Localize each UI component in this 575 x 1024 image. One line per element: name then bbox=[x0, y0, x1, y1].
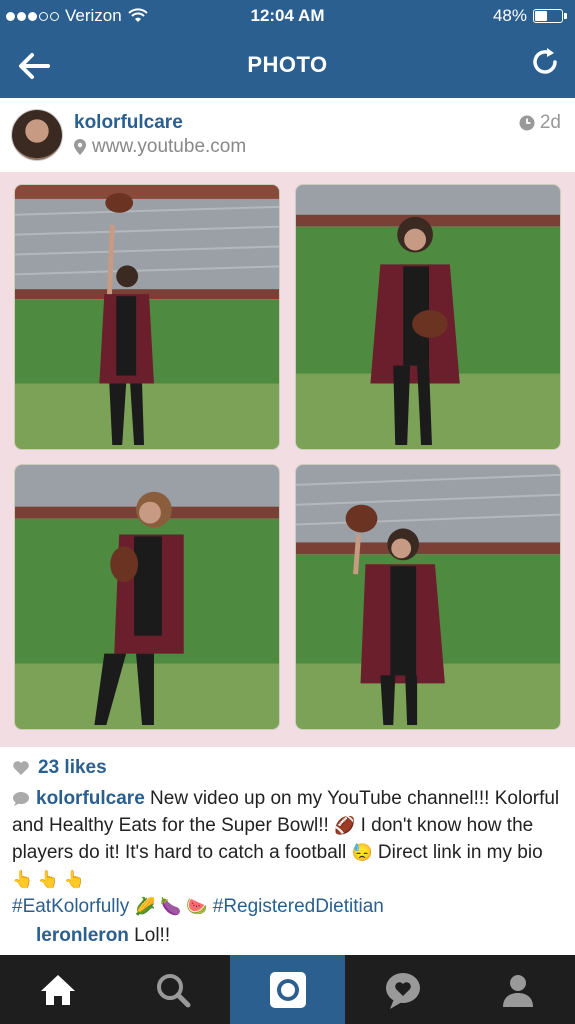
tab-search[interactable] bbox=[115, 955, 230, 1024]
refresh-icon[interactable] bbox=[529, 46, 561, 78]
home-icon bbox=[40, 974, 75, 1005]
caption-text-3: Direct link in my bio bbox=[372, 842, 543, 863]
post-meta: 23 likes kolorfulcare New video up on my… bbox=[0, 747, 575, 955]
nav-bar: PHOTO bbox=[0, 32, 575, 98]
activity-icon bbox=[385, 972, 420, 1009]
battery-info: 48% bbox=[492, 6, 567, 26]
post-location[interactable]: www.youtube.com bbox=[74, 136, 246, 158]
comment-row: leronleron Lol!! bbox=[36, 925, 170, 947]
post-username[interactable]: kolorfulcare bbox=[74, 112, 183, 134]
collage-photo-4 bbox=[295, 464, 561, 730]
camera-icon bbox=[269, 971, 306, 1008]
hashtag-registereddietitian[interactable]: #RegisteredDietitian bbox=[213, 896, 384, 917]
search-icon bbox=[156, 973, 190, 1007]
status-time: 12:04 AM bbox=[250, 6, 325, 25]
pointing-hands-emoji: 👆 👆 👆 bbox=[12, 870, 85, 889]
collage-photo-1 bbox=[14, 184, 280, 450]
collage-photo-2 bbox=[295, 184, 561, 450]
age-text: 2d bbox=[539, 112, 561, 133]
likes-count: 23 likes bbox=[38, 757, 107, 778]
sweat-emoji: 😓 bbox=[351, 843, 373, 862]
location-text: www.youtube.com bbox=[92, 136, 247, 157]
location-pin-icon bbox=[74, 139, 86, 155]
comment-username[interactable]: leronleron bbox=[36, 925, 129, 946]
tab-activity[interactable] bbox=[345, 955, 460, 1024]
tab-home[interactable] bbox=[0, 955, 115, 1024]
post-photo[interactable] bbox=[0, 172, 575, 747]
comment-bubble-icon bbox=[13, 791, 29, 806]
post-header: kolorfulcare www.youtube.com 2d bbox=[0, 98, 575, 172]
comment-text: Lol!! bbox=[128, 925, 171, 946]
status-bar: Verizon 12:04 AM 48% bbox=[0, 0, 575, 32]
avatar[interactable] bbox=[12, 110, 62, 160]
battery-percent: 48% bbox=[492, 6, 527, 25]
likes-row[interactable]: 23 likes bbox=[12, 757, 107, 779]
clock-icon bbox=[519, 115, 535, 131]
tab-profile[interactable] bbox=[460, 955, 575, 1024]
post-caption: kolorfulcare New video up on my YouTube … bbox=[12, 785, 564, 920]
tab-bar bbox=[0, 955, 575, 1024]
vegetable-emoji: 🌽 🍆 🍉 bbox=[134, 897, 208, 916]
profile-icon bbox=[502, 974, 533, 1007]
post-age: 2d bbox=[519, 112, 561, 134]
page-title: PHOTO bbox=[247, 52, 328, 77]
football-emoji: 🏈 bbox=[334, 816, 356, 835]
collage-photo-3 bbox=[14, 464, 280, 730]
hashtag-eatkolorfully[interactable]: #EatKolorfully bbox=[12, 896, 129, 917]
tab-camera[interactable] bbox=[230, 955, 345, 1024]
caption-username[interactable]: kolorfulcare bbox=[36, 788, 145, 809]
battery-icon bbox=[533, 9, 567, 23]
heart-icon bbox=[13, 761, 29, 775]
